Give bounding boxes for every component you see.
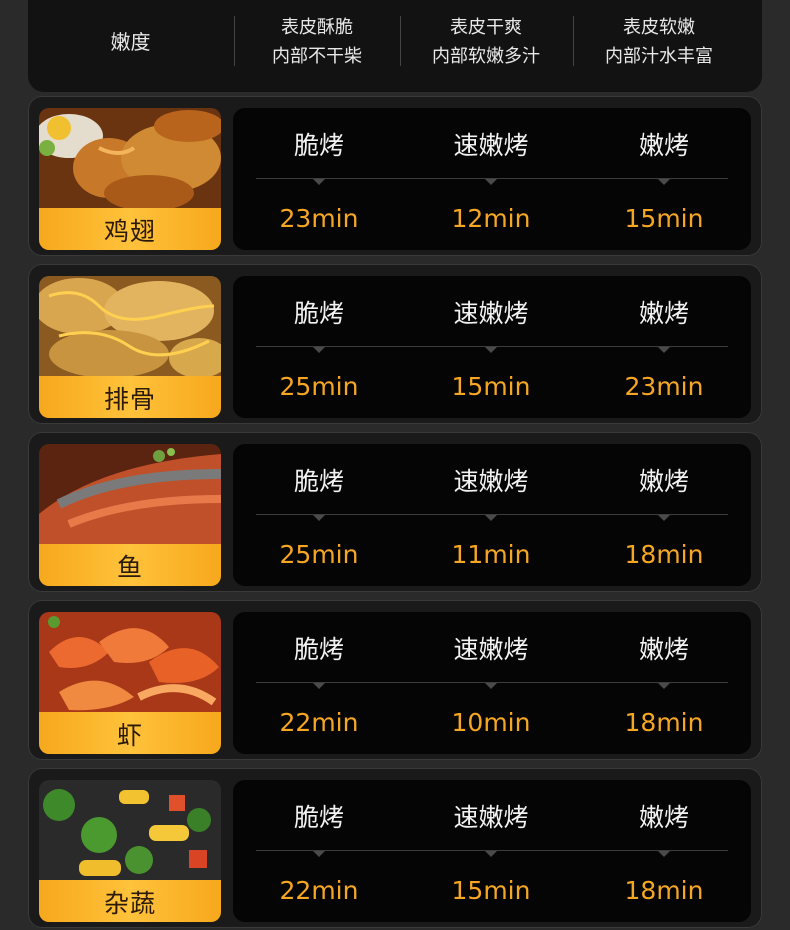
time-crispy-roast: 25min bbox=[279, 540, 359, 569]
food-photo-ribs: 排骨 bbox=[39, 276, 221, 418]
time-tender-roast: 18min bbox=[624, 540, 704, 569]
mode-crispy-roast: 脆烤 bbox=[293, 635, 344, 664]
pointer-icon bbox=[485, 683, 497, 689]
ribs-image bbox=[39, 276, 221, 376]
header-col-line2: 内部软嫩多汁 bbox=[432, 46, 540, 67]
time-tender-roast: 23min bbox=[624, 372, 704, 401]
time-crispy-roast: 22min bbox=[279, 876, 359, 905]
header-col-crispy: 表皮酥脆 内部不干柴 bbox=[234, 14, 400, 70]
food-name: 鸡翅 bbox=[103, 217, 156, 246]
cook-time-panel: 脆烤 速嫩烤 嫩烤 25min 15min 23min bbox=[233, 276, 751, 418]
food-photo-shrimp: 虾 bbox=[39, 612, 221, 754]
pointer-icon bbox=[658, 515, 670, 521]
cook-time-panel: 脆烤 速嫩烤 嫩烤 22min 10min 18min bbox=[233, 612, 751, 754]
time-quick-tender-roast: 10min bbox=[451, 708, 531, 737]
doneness-label: 嫩度 bbox=[110, 29, 151, 54]
time-quick-tender-roast: 12min bbox=[451, 204, 531, 233]
food-row-mixed-vegetables: 杂蔬 脆烤 速嫩烤 嫩烤 22min 15min 18min bbox=[28, 768, 762, 928]
header-col-line1: 表皮干爽 bbox=[450, 17, 522, 38]
mode-tender-roast: 嫩烤 bbox=[638, 299, 689, 328]
header-col-line2: 内部汁水丰富 bbox=[605, 46, 713, 67]
mode-quick-tender-roast: 速嫩烤 bbox=[453, 131, 529, 160]
food-row-chicken-wings: 鸡翅 脆烤 速嫩烤 嫩烤 23min 12min 15min bbox=[28, 96, 762, 256]
doneness-header: 嫩度 表皮酥脆 内部不干柴 表皮干爽 内部软嫩多汁 表皮软嫩 内部汁水丰富 bbox=[28, 0, 762, 92]
mode-crispy-roast: 脆烤 bbox=[293, 131, 344, 160]
time-quick-tender-roast: 11min bbox=[451, 540, 531, 569]
mode-crispy-roast: 脆烤 bbox=[293, 803, 344, 832]
food-name: 虾 bbox=[116, 721, 143, 750]
mode-tender-roast: 嫩烤 bbox=[638, 467, 689, 496]
header-col-tender: 表皮软嫩 内部汁水丰富 bbox=[573, 14, 745, 70]
mode-crispy-roast: 脆烤 bbox=[293, 467, 344, 496]
food-row-fish: 鱼 脆烤 速嫩烤 嫩烤 25min 11min 18min bbox=[28, 432, 762, 592]
food-photo-mixed-vegetables: 杂蔬 bbox=[39, 780, 221, 922]
fish-image bbox=[39, 444, 221, 544]
header-col-line2: 内部不干柴 bbox=[272, 46, 362, 67]
food-name: 杂蔬 bbox=[103, 889, 156, 918]
time-crispy-roast: 22min bbox=[279, 708, 359, 737]
mode-quick-tender-roast: 速嫩烤 bbox=[453, 467, 529, 496]
cook-time-panel: 脆烤 速嫩烤 嫩烤 23min 12min 15min bbox=[233, 108, 751, 250]
pointer-icon bbox=[485, 179, 497, 185]
pointer-icon bbox=[485, 347, 497, 353]
pointer-icon bbox=[485, 851, 497, 857]
pointer-icon bbox=[313, 179, 325, 185]
food-row-ribs: 排骨 脆烤 速嫩烤 嫩烤 25min 15min 23min bbox=[28, 264, 762, 424]
food-name: 排骨 bbox=[103, 385, 156, 414]
pointer-icon bbox=[485, 515, 497, 521]
pointer-icon bbox=[313, 851, 325, 857]
food-photo-fish: 鱼 bbox=[39, 444, 221, 586]
time-quick-tender-roast: 15min bbox=[451, 876, 531, 905]
header-col-line1: 表皮酥脆 bbox=[281, 17, 353, 38]
time-quick-tender-roast: 15min bbox=[451, 372, 531, 401]
mode-quick-tender-roast: 速嫩烤 bbox=[453, 299, 529, 328]
pointer-icon bbox=[313, 347, 325, 353]
header-col-line1: 表皮软嫩 bbox=[623, 17, 695, 38]
cook-time-panel: 脆烤 速嫩烤 嫩烤 22min 15min 18min bbox=[233, 780, 751, 922]
pointer-icon bbox=[658, 851, 670, 857]
mixed-vegetables-image bbox=[39, 780, 221, 880]
time-crispy-roast: 23min bbox=[279, 204, 359, 233]
mode-quick-tender-roast: 速嫩烤 bbox=[453, 635, 529, 664]
time-tender-roast: 18min bbox=[624, 876, 704, 905]
food-row-shrimp: 虾 脆烤 速嫩烤 嫩烤 22min 10min 18min bbox=[28, 600, 762, 760]
mode-quick-tender-roast: 速嫩烤 bbox=[453, 803, 529, 832]
pointer-icon bbox=[313, 683, 325, 689]
mode-tender-roast: 嫩烤 bbox=[638, 803, 689, 832]
chicken-wings-image bbox=[39, 108, 221, 208]
food-photo-chicken-wings: 鸡翅 bbox=[39, 108, 221, 250]
food-name: 鱼 bbox=[116, 553, 143, 582]
pointer-icon bbox=[313, 515, 325, 521]
shrimp-image bbox=[39, 612, 221, 712]
cook-time-panel: 脆烤 速嫩烤 嫩烤 25min 11min 18min bbox=[233, 444, 751, 586]
time-tender-roast: 18min bbox=[624, 708, 704, 737]
pointer-icon bbox=[658, 179, 670, 185]
pointer-icon bbox=[658, 683, 670, 689]
header-col-quick-tender: 表皮干爽 内部软嫩多汁 bbox=[400, 14, 572, 70]
time-crispy-roast: 25min bbox=[279, 372, 359, 401]
pointer-icon bbox=[658, 347, 670, 353]
time-tender-roast: 15min bbox=[624, 204, 704, 233]
mode-tender-roast: 嫩烤 bbox=[638, 635, 689, 664]
mode-tender-roast: 嫩烤 bbox=[638, 131, 689, 160]
mode-crispy-roast: 脆烤 bbox=[293, 299, 344, 328]
